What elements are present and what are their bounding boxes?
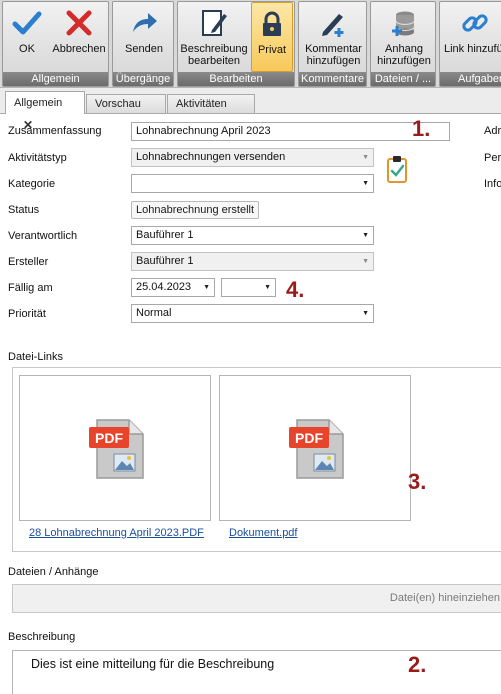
faellig-date-value: 25.04.2023 [136,281,192,293]
ribbon-group-aufgaben: Link hinzufügen Aufgaben [439,1,501,87]
group-label-allgemein: Allgemein [3,72,108,86]
ersteller-select: Bauführer 1 ▼ [131,252,374,271]
close-tab-icon[interactable]: ✕ [23,114,33,136]
faellig-label: Fällig am [8,282,53,294]
database-add-icon [392,11,415,36]
link-label: Link hinzufügen [444,43,501,55]
add-comment-pen-icon [321,14,343,37]
kommentar-hinzufuegen-button[interactable]: Kommentar hinzufügen [300,2,366,72]
group-label-aufgaben: Aufgaben [440,72,501,86]
tab-allgemein-label: Allgemein [14,97,63,109]
chevron-down-icon: ▼ [203,284,210,291]
tab-vorschau[interactable]: Vorschau [86,94,166,113]
chevron-down-icon: ▼ [362,154,369,161]
zusammenfassung-input[interactable]: Lohnabrechnung April 2023 [131,122,450,141]
edit-document-icon [202,10,227,36]
kommentar-label: Kommentar hinzufügen [305,43,362,67]
ribbon-group-allgemein: OK Abbrechen Allgemein [2,1,109,87]
group-label-bearbeiten: Bearbeiten [178,72,294,86]
annotation-3: 3. [408,469,427,494]
ersteller-value: Bauführer 1 [136,255,194,267]
verantwortlich-value: Bauführer 1 [136,229,194,241]
group-label-kommentare: Kommentare [299,72,366,86]
verantwortlich-label: Verantwortlich [8,230,78,242]
senden-button[interactable]: Senden [114,2,173,72]
ribbon-group-uebergaenge: Senden Übergänge [112,1,174,87]
chevron-down-icon: ▼ [362,180,369,187]
annotation-1: 1. [412,116,431,141]
send-arrow-icon [133,13,157,32]
tab-strip: Allgemein✕ Vorschau Aktivitäten [0,88,501,132]
beschreibung-title: Beschreibung [8,631,76,643]
file-card[interactable]: PDF [19,375,211,521]
ribbon-group-dateien: Anhang hinzufügen Dateien / ... [370,1,436,87]
prioritaet-label: Priorität [8,308,46,320]
aktivitaetstyp-select: Lohnabrechnungen versenden ▼ [131,148,374,167]
chain-link-icon [462,14,488,32]
file-card[interactable]: PDF [219,375,411,521]
clipboard-check-icon[interactable] [385,154,409,184]
faellig-date-picker[interactable]: 25.04.2023 ▼ [131,278,215,297]
ribbon-group-bearbeiten: Beschreibung bearbeiten Privat Bearbeite… [177,1,295,87]
status-badge: Lohnabrechnung erstellt [131,201,260,219]
aktivitaetstyp-value: Lohnabrechnungen versenden [136,151,286,163]
senden-label: Senden [125,43,163,55]
pdf-badge-text: PDF [95,430,123,446]
chevron-down-icon: ▼ [362,310,369,317]
file-link[interactable]: 28 Lohnabrechnung April 2023.PDF [29,527,204,539]
adr-label: Adr [484,125,501,137]
tab-aktivitaeten[interactable]: Aktivitäten [167,94,255,113]
anhang-hinzufuegen-button[interactable]: Anhang hinzufügen [372,2,435,72]
tab-aktivitaeten-label: Aktivitäten [176,98,227,110]
drop-zone-text: Datei(en) hineinziehen [389,592,500,604]
file-link[interactable]: Dokument.pdf [229,527,297,539]
abbrechen-button[interactable]: Abbrechen [49,2,108,72]
pdf-badge-text: PDF [295,430,323,446]
ribbon-toolbar: OK Abbrechen Allgemein Senden Übergänge … [0,0,501,88]
pdf-file-icon: PDF [89,419,144,479]
tab-allgemein[interactable]: Allgemein✕ [5,91,85,132]
abbrechen-label: Abbrechen [52,43,106,55]
kategorie-select[interactable]: ▼ [131,174,374,193]
ribbon-group-kommentare: Kommentar hinzufügen Kommentare [298,1,367,87]
per-label: Per [484,152,501,164]
chevron-down-icon: ▼ [362,232,369,239]
ok-label: OK [19,43,35,55]
link-hinzufuegen-button[interactable]: Link hinzufügen [441,2,501,72]
privat-label: Privat [257,44,287,56]
ersteller-label: Ersteller [8,256,49,268]
kategorie-label: Kategorie [8,178,56,190]
annotation-2: 2. [408,652,427,677]
aktivitaetstyp-label: Aktivitätstyp [8,152,67,164]
pdf-file-icon: PDF [289,419,344,479]
annotation-4: 4. [286,277,305,302]
anhaenge-title: Dateien / Anhänge [8,566,99,578]
faellig-time-select[interactable]: ▼ [221,278,276,297]
file-drop-zone[interactable]: Datei(en) hineinziehen [12,584,501,613]
verantwortlich-select[interactable]: Bauführer 1 ▼ [131,226,374,245]
cancel-x-icon [66,10,92,36]
beschreibung-bearbeiten-button[interactable]: Beschreibung bearbeiten [179,2,249,72]
prioritaet-value: Normal [136,307,172,319]
group-label-dateien: Dateien / ... [371,72,435,86]
chevron-down-icon: ▼ [264,284,271,291]
beschreibung-label: Beschreibung bearbeiten [180,43,248,67]
datei-links-title: Datei-Links [8,351,64,363]
info-label: Info [484,178,501,190]
status-label: Status [8,204,40,216]
beschreibung-textarea[interactable]: Dies ist eine mitteilung für die Beschre… [12,650,501,694]
chevron-down-icon: ▼ [362,258,369,265]
anhang-label: Anhang hinzufügen [377,43,431,67]
prioritaet-select[interactable]: Normal ▼ [131,304,374,323]
checkmark-icon [12,11,42,35]
ok-button[interactable]: OK [5,2,49,72]
privat-toggle-button[interactable]: Privat [251,2,293,72]
tab-vorschau-label: Vorschau [95,98,141,110]
group-label-uebergaenge: Übergänge [113,72,173,86]
lock-icon [263,11,281,36]
